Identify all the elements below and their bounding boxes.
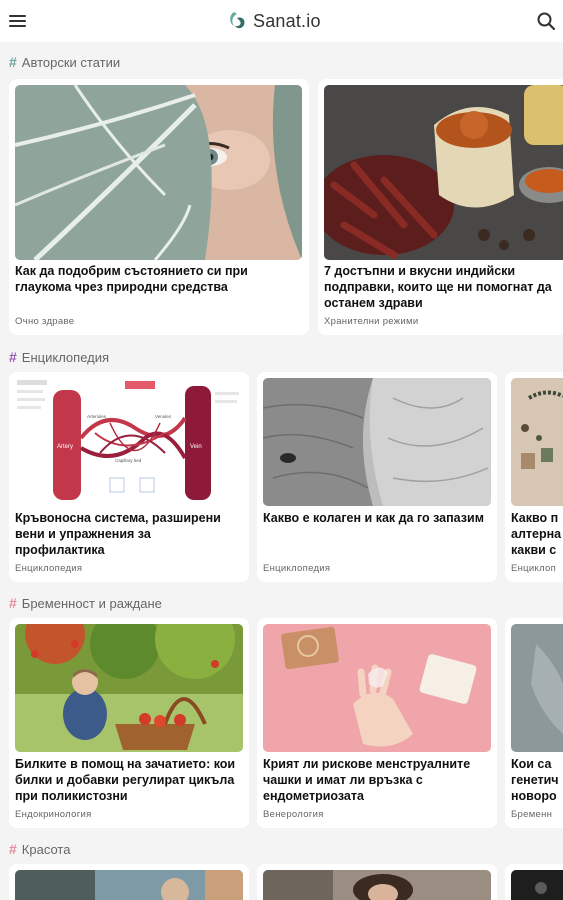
article-image-outdoor xyxy=(15,870,243,900)
article-title: Крият ли рискове менструалните чашки и и… xyxy=(263,757,471,803)
menu-button[interactable] xyxy=(8,11,28,31)
article-category: Хранителни режими xyxy=(324,316,419,327)
article-title: 7 достъпни и вкусни индийски подправки, … xyxy=(324,264,552,310)
search-icon xyxy=(537,12,556,31)
sanat-leaf-logo-icon xyxy=(228,10,248,32)
article-card[interactable] xyxy=(9,864,249,900)
section-header-beauty[interactable]: # Красота xyxy=(9,840,70,858)
diagram-label-artery: Artery xyxy=(57,444,73,450)
diagram-label-capillary: Capillary bed xyxy=(115,458,142,463)
section-header-encyclopedia[interactable]: # Енциклопедия xyxy=(9,348,109,366)
article-category: Венерология xyxy=(263,809,324,820)
article-image-fabric xyxy=(511,624,563,752)
article-card[interactable]: Билките в помощ на зачатието: кои билки … xyxy=(9,618,249,828)
article-image-herbs xyxy=(511,378,563,506)
article-card[interactable]: Какво е колаген и как да го запазим Енци… xyxy=(257,372,497,582)
hamburger-menu-icon xyxy=(9,15,26,17)
hamburger-line xyxy=(9,25,26,27)
section-title: Енциклопедия xyxy=(21,349,110,365)
article-card[interactable]: Как да подобрим състоянието си при глаук… xyxy=(9,79,309,335)
logo-text: Sanat.io xyxy=(253,10,321,31)
article-card[interactable]: 7 достъпни и вкусни индийски подправки, … xyxy=(318,79,563,335)
article-image-blood-vessels: Artery Vein Capillary bed Arterioles Ven… xyxy=(15,378,243,506)
article-title: Какво п алтерна какви с xyxy=(511,511,562,557)
section-title: Бременност и раждане xyxy=(21,595,162,611)
hash-icon: # xyxy=(9,349,17,365)
article-card[interactable]: Artery Vein Capillary bed Arterioles Ven… xyxy=(9,372,249,582)
article-card[interactable]: Какво п алтерна какви с Енциклоп xyxy=(505,372,563,582)
diagram-label-arterioles: Arterioles xyxy=(87,414,107,419)
article-title: Какво е колаген и как да го запазим xyxy=(263,511,484,525)
article-image-dark xyxy=(511,870,563,900)
diagram-label-vein: Vein xyxy=(190,444,202,450)
article-card[interactable] xyxy=(257,864,497,900)
article-title: Билките в помощ на зачатието: кои билки … xyxy=(15,757,236,803)
section-title: Красота xyxy=(21,841,71,857)
article-image-woman xyxy=(263,870,491,900)
hash-icon: # xyxy=(9,54,17,70)
app-logo[interactable]: Sanat.io xyxy=(228,8,321,34)
diagram-label-venules: Venules xyxy=(155,414,172,419)
hash-icon: # xyxy=(9,595,17,611)
top-app-bar: Sanat.io xyxy=(0,0,563,42)
article-image-child-apples xyxy=(15,624,243,752)
search-button[interactable] xyxy=(536,11,556,31)
article-image-spices xyxy=(324,85,563,260)
article-title: Кои са генетич новоро xyxy=(511,757,559,803)
article-title: Кръвоносна система, разширени вени и упр… xyxy=(15,511,221,557)
article-image-elephant xyxy=(263,378,491,506)
article-card[interactable]: Кои са генетич новоро Бременн xyxy=(505,618,563,828)
article-category: Енциклоп xyxy=(511,563,557,574)
article-card[interactable]: Крият ли рискове менструалните чашки и и… xyxy=(257,618,497,828)
article-image-menstrual-cup xyxy=(263,624,491,752)
section-header-authors[interactable]: # Авторски статии xyxy=(9,53,120,71)
article-card[interactable] xyxy=(505,864,563,900)
article-category: Енциклопедия xyxy=(263,563,331,574)
article-image-eye-leaf xyxy=(15,85,302,260)
article-category: Очно здраве xyxy=(15,316,75,327)
hamburger-line xyxy=(9,20,26,22)
article-category: Ендокринология xyxy=(15,809,92,820)
section-title: Авторски статии xyxy=(21,54,121,70)
article-category: Бременн xyxy=(511,809,553,820)
section-header-pregnancy[interactable]: # Бременност и раждане xyxy=(9,594,162,612)
article-category: Енциклопедия xyxy=(15,563,83,574)
article-title: Как да подобрим състоянието си при глаук… xyxy=(15,264,248,294)
hash-icon: # xyxy=(9,841,17,857)
